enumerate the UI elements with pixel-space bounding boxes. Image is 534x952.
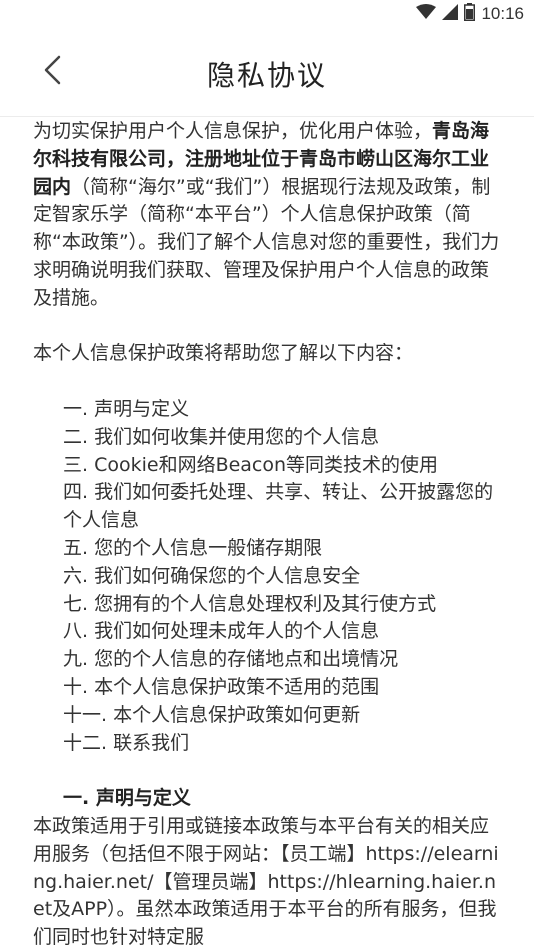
cell-signal-icon [442,4,459,24]
policy-content[interactable]: 为切实保护用户个人信息保护，优化用户体验，青岛海尔科技有限公司，注册地址位于青岛… [33,118,503,952]
toc-item: 二. 我们如何收集并使用您的个人信息 [63,425,380,448]
toc-item: 九. 您的个人信息的存储地点和出境情况 [63,648,399,671]
toc-item: 一. 声明与定义 [63,397,190,420]
battery-icon [464,3,476,25]
nav-bar: 隐私协议 [0,28,534,117]
summary-line: 本个人信息保护政策将帮助您了解以下内容： [33,342,414,365]
status-time: 10:16 [481,4,524,23]
toc-item: 五. 您的个人信息一般储存期限 [63,536,323,559]
toc-item: 十一. 本个人信息保护政策如何更新 [63,703,361,726]
status-bar: 10:16 [0,0,534,28]
toc-item: 六. 我们如何确保您的个人信息安全 [63,564,361,587]
table-of-contents: 一. 声明与定义 二. 我们如何收集并使用您的个人信息 三. Cookie和网络… [33,396,503,757]
toc-item: 十二. 联系我们 [63,731,190,754]
toc-item: 十. 本个人信息保护政策不适用的范围 [63,675,380,698]
intro-text-2: （简称“海尔”或“我们”）根据现行法规及政策，制定智家乐学（简称“本平台”）个人… [33,175,500,309]
page-title: 隐私协议 [206,59,327,92]
toc-item: 三. Cookie和网络Beacon等同类技术的使用 [63,453,439,476]
intro-paragraph: 为切实保护用户个人信息保护，优化用户体验，青岛海尔科技有限公司，注册地址位于青岛… [33,118,503,313]
toc-item: 七. 您拥有的个人信息处理权利及其行使方式 [63,592,437,615]
section-body: 本政策适用于引用或链接本政策与本平台有关的相关应用服务（包括但不限于网站：【员工… [33,814,499,949]
status-icons: 10:16 [416,3,524,25]
section-heading: 一. 声明与定义 [63,787,191,810]
toc-item: 八. 我们如何处理未成年人的个人信息 [63,620,380,643]
intro-text-1: 为切实保护用户个人信息保护，优化用户体验， [33,120,433,142]
wifi-icon [416,4,437,24]
toc-item: 四. 我们如何委托处理、共享、转让、公开披露您的个人信息 [63,481,494,532]
